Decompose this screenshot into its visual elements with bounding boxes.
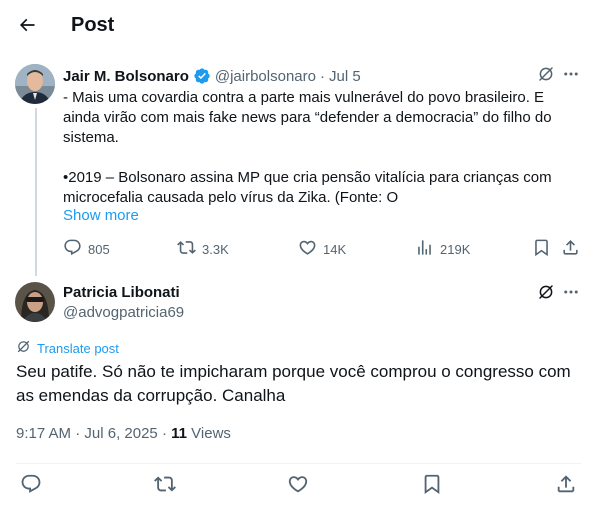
repost-count: 3.3K xyxy=(202,241,229,257)
post-full-date[interactable]: Jul 6, 2025 xyxy=(84,425,157,442)
share-button[interactable] xyxy=(561,238,580,260)
heart-icon xyxy=(298,238,317,260)
reply-actions xyxy=(0,464,597,507)
arrow-left-icon xyxy=(17,15,37,40)
reply-count: 805 xyxy=(88,241,110,257)
translate-post-link[interactable]: Translate post xyxy=(16,339,119,357)
more-options-button[interactable] xyxy=(561,284,581,304)
page-header: Post xyxy=(0,0,597,54)
reply-button[interactable] xyxy=(19,474,43,498)
grok-icon xyxy=(537,65,555,88)
post-actions: 805 3.3K 14K 219K xyxy=(63,238,583,260)
more-horizontal-icon xyxy=(562,65,580,88)
like-button[interactable]: 14K xyxy=(298,238,346,260)
post-meta: 9:17 AM · Jul 6, 2025 · 11 Views xyxy=(16,425,231,442)
views-count: 11 xyxy=(171,425,187,442)
bookmark-icon xyxy=(532,238,551,260)
reply-icon xyxy=(20,473,42,500)
separator-dot: · xyxy=(319,67,325,85)
page-title: Post xyxy=(71,14,115,36)
share-icon xyxy=(555,473,577,500)
grok-icon xyxy=(537,283,555,306)
reply-author-name[interactable]: Patricia Libonati xyxy=(63,283,184,303)
repost-icon xyxy=(177,238,196,260)
views-label: Views xyxy=(191,425,231,442)
post-paragraph: - Mais uma covardia contra a parte mais … xyxy=(63,89,552,146)
avatar[interactable] xyxy=(15,282,55,322)
share-button[interactable] xyxy=(554,474,578,498)
post-paragraph: •2019 – Bolsonaro assina MP que cria pen… xyxy=(63,169,552,206)
verified-badge-icon[interactable] xyxy=(193,67,211,85)
post-header: Jair M. Bolsonaro @jairbolsonaro · Jul 5 xyxy=(63,66,361,86)
repost-icon xyxy=(154,473,176,500)
more-horizontal-icon xyxy=(562,283,580,306)
post-date[interactable]: Jul 5 xyxy=(329,68,361,85)
like-count: 14K xyxy=(323,241,347,257)
show-more-link[interactable]: Show more xyxy=(63,207,139,224)
separator-dot: · xyxy=(75,425,81,442)
share-icon xyxy=(561,238,580,260)
author-name[interactable]: Jair M. Bolsonaro xyxy=(63,68,189,85)
reply-button[interactable]: 805 xyxy=(63,238,110,260)
reply-author-handle[interactable]: @advogpatricia69 xyxy=(63,303,184,323)
repost-button[interactable]: 3.3K xyxy=(177,238,229,260)
bookmark-button[interactable] xyxy=(420,474,444,498)
avatar[interactable] xyxy=(15,64,55,104)
grok-button[interactable] xyxy=(536,66,556,86)
repost-button[interactable] xyxy=(153,474,177,498)
grok-button[interactable] xyxy=(536,284,556,304)
views-button[interactable]: 219K xyxy=(415,238,470,260)
post-text: - Mais uma covardia contra a parte mais … xyxy=(63,88,583,208)
back-button[interactable] xyxy=(10,10,44,44)
like-button[interactable] xyxy=(286,474,310,498)
author-handle[interactable]: @jairbolsonaro xyxy=(215,68,316,85)
thread-line xyxy=(35,108,37,276)
post-time[interactable]: 9:17 AM xyxy=(16,425,71,442)
heart-icon xyxy=(287,473,309,500)
translate-icon xyxy=(16,339,31,357)
bookmark-button[interactable] xyxy=(532,238,551,260)
translate-label: Translate post xyxy=(37,340,119,356)
bookmark-icon xyxy=(421,473,443,500)
reply-text: Seu patife. Só não te impicharam porque … xyxy=(16,362,571,405)
views-bar-chart-icon xyxy=(415,238,434,260)
separator-dot: · xyxy=(161,425,167,442)
reply-icon xyxy=(63,238,82,260)
reply-header: Patricia Libonati @advogpatricia69 xyxy=(63,283,184,323)
views-count: 219K xyxy=(440,241,471,257)
more-options-button[interactable] xyxy=(561,66,581,86)
